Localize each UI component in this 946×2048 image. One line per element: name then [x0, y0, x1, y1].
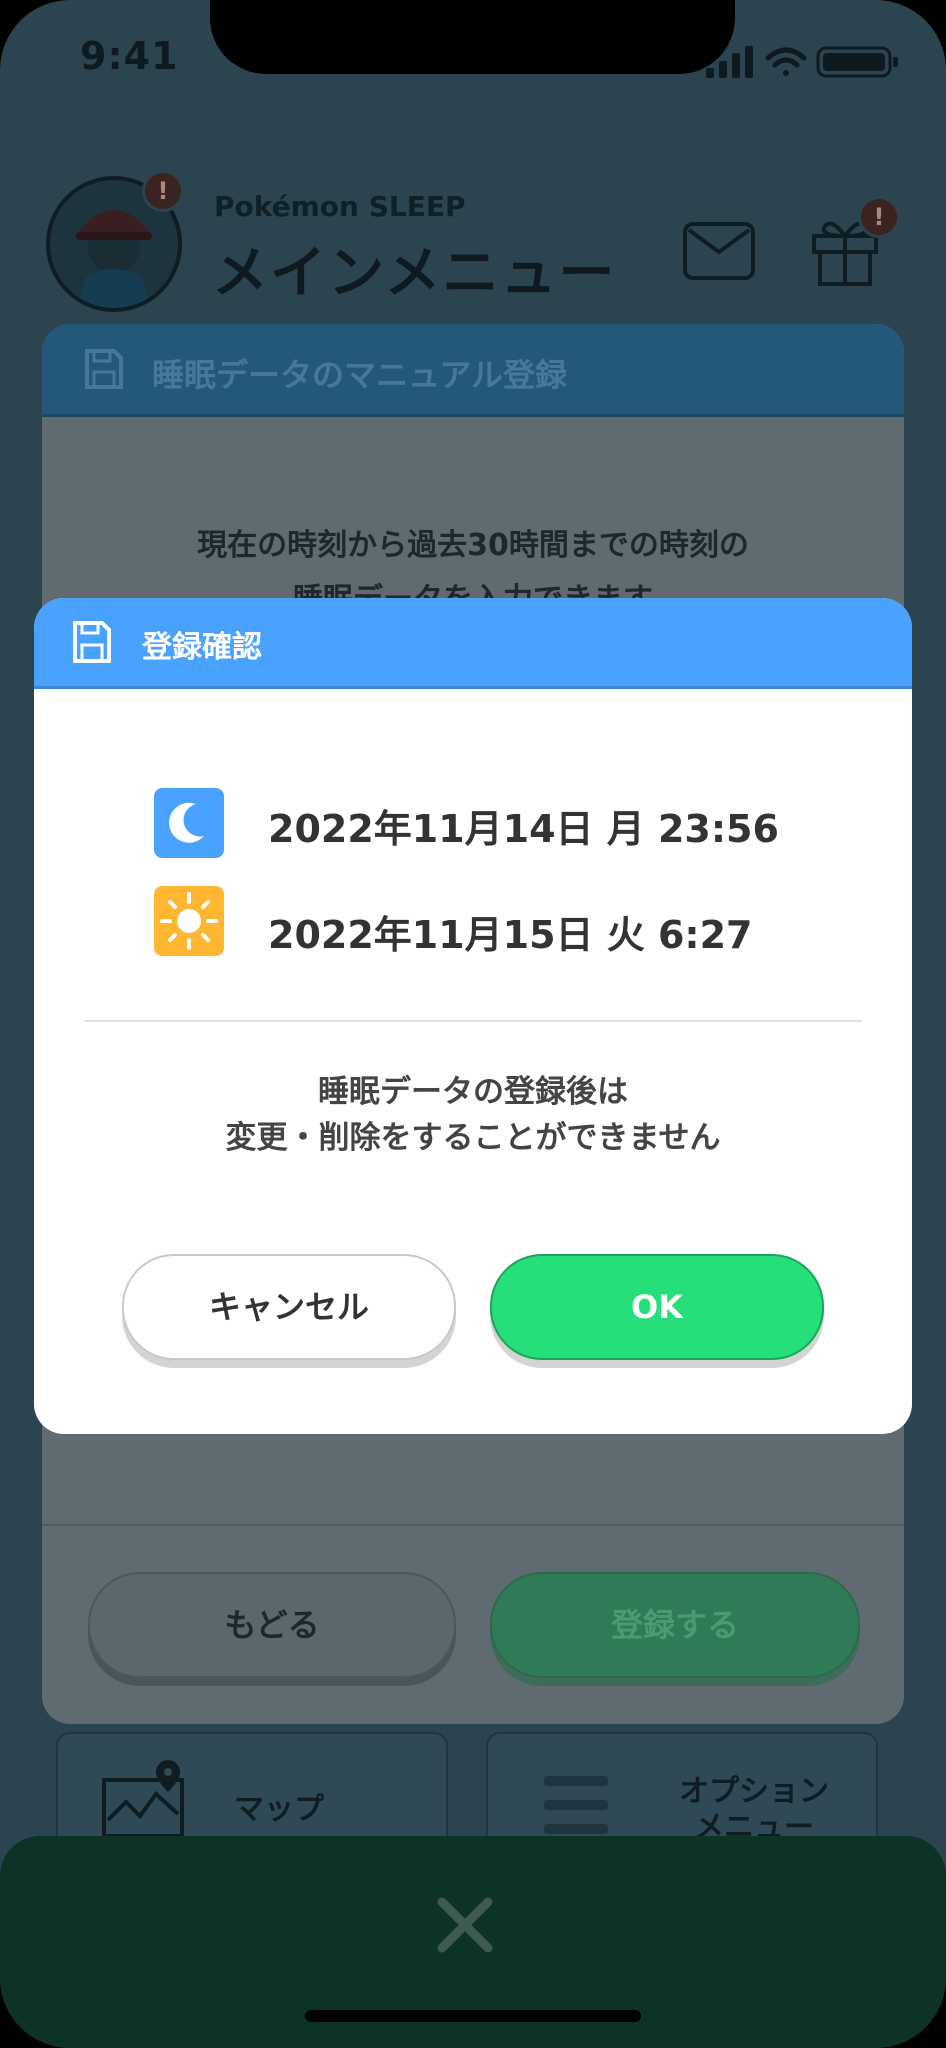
- notch: [210, 0, 735, 74]
- map-icon: [102, 1760, 184, 1838]
- gift-notification-badge: !: [858, 196, 900, 238]
- mail-icon[interactable]: [683, 222, 755, 280]
- moon-icon: [154, 788, 224, 858]
- wifi-icon: [765, 47, 807, 76]
- manual-entry-header: 睡眠データのマニュアル登録: [42, 324, 904, 417]
- floppy-disk-icon: [85, 349, 123, 389]
- home-indicator: [305, 2010, 641, 2022]
- register-button: 登録する: [490, 1572, 860, 1678]
- register-button-label: 登録する: [610, 1606, 739, 1644]
- dialog-title: 登録確認: [142, 630, 262, 665]
- manual-entry-title: 睡眠データのマニュアル登録: [152, 356, 568, 394]
- cancel-button[interactable]: キャンセル: [122, 1254, 456, 1360]
- envelope-flap-icon: [687, 228, 751, 255]
- page-title: メインメニュー: [212, 241, 617, 306]
- app-screen: 9:41 ! Pokémon SLEEP メインメニュー ! 睡眠データのマニュ…: [0, 0, 946, 2048]
- sleep-time-text: 2022年11月14日 月 23:56: [268, 807, 779, 851]
- floppy-disk-icon: [73, 621, 111, 663]
- confirm-dialog: 登録確認 2022年11月14日 月 23:56 2022年11月15日 火 6…: [34, 598, 912, 1434]
- divider: [42, 1524, 904, 1526]
- dialog-divider: [84, 1020, 862, 1022]
- sun-icon: [154, 886, 224, 956]
- avatar-notification-badge: !: [142, 170, 184, 212]
- cancel-button-label: キャンセル: [208, 1288, 369, 1326]
- battery-icon: [816, 46, 898, 78]
- close-icon[interactable]: [436, 1896, 494, 1954]
- ok-button-label: OK: [631, 1288, 683, 1326]
- ok-button[interactable]: OK: [490, 1254, 824, 1360]
- back-button-label: もどる: [224, 1606, 320, 1644]
- map-tile-label: マップ: [234, 1792, 324, 1827]
- wake-time-text: 2022年11月15日 火 6:27: [268, 913, 753, 957]
- status-time: 9:41: [80, 34, 179, 78]
- manual-entry-description-1: 現在の時刻から過去30時間までの時刻の: [197, 528, 749, 563]
- warning-text-2: 変更・削除をすることができません: [225, 1120, 721, 1156]
- signal-icon: [706, 46, 753, 78]
- warning-text-1: 睡眠データの登録後は: [318, 1074, 628, 1110]
- dialog-header: 登録確認: [34, 598, 912, 689]
- hamburger-menu-icon: [544, 1776, 608, 1834]
- status-icons: [706, 46, 898, 78]
- back-button: もどる: [88, 1572, 456, 1678]
- brand-logo: Pokémon SLEEP: [214, 190, 466, 223]
